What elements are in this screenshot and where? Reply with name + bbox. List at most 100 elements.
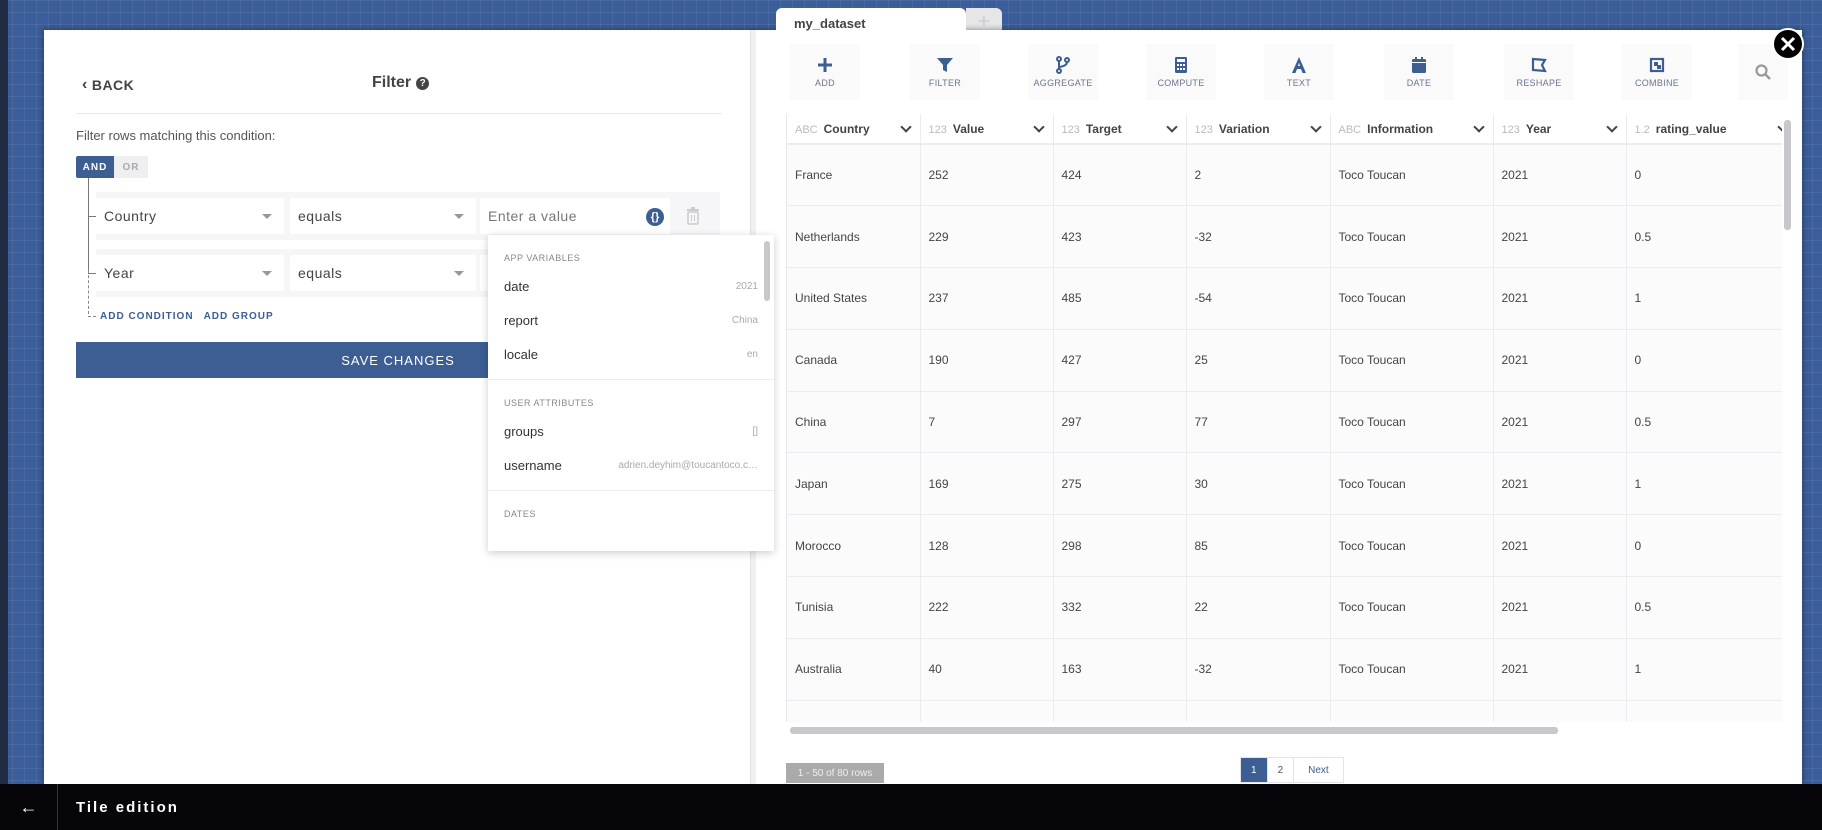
page-title: Filter ? <box>372 74 430 92</box>
chevron-down-icon[interactable] <box>1605 121 1618 133</box>
chevron-down-icon[interactable] <box>899 121 912 133</box>
chevron-down-icon[interactable] <box>1032 121 1045 133</box>
column-name: rating_value <box>1655 121 1727 136</box>
section-title: APP VARIABLES <box>504 253 581 263</box>
column-header-rating-value[interactable]: 1.2 rating_value <box>1626 114 1782 145</box>
table-row[interactable]: United States 237 485 -54 Toco Toucan 2021 1 <box>787 267 1782 330</box>
toolbar-combine-button[interactable]: COMBINE <box>1622 44 1692 100</box>
back-arrow-button[interactable]: ← <box>0 784 58 830</box>
operator-select[interactable]: equals <box>290 198 476 234</box>
close-icon <box>1780 36 1796 52</box>
tree-connector <box>88 178 89 270</box>
operator-select[interactable]: equals <box>290 255 476 291</box>
variable-item-report[interactable]: report China <box>504 303 758 337</box>
table-cell: France <box>787 144 921 207</box>
column-header-information[interactable]: ABC Information <box>1330 114 1494 145</box>
table-cell: 2021 <box>1493 267 1627 330</box>
column-header-country[interactable]: ABC Country <box>787 114 921 145</box>
toolbar-label: COMBINE <box>1634 78 1680 88</box>
filter-title-text: Filter <box>372 74 412 91</box>
column-select[interactable]: Year <box>96 255 284 291</box>
page-2-button[interactable]: 2 <box>1268 758 1295 782</box>
chevron-down-icon[interactable] <box>1309 121 1322 133</box>
table-cell: Toco Toucan <box>1330 452 1494 516</box>
chevron-down-icon[interactable] <box>1776 121 1782 133</box>
variable-item-groups[interactable]: groups [] <box>504 414 758 448</box>
table-cell: 1 <box>1626 452 1782 516</box>
toolbar-text-button[interactable]: TEXT <box>1264 44 1334 100</box>
table-cell: 427 <box>1053 329 1187 392</box>
variables-icon[interactable]: {} <box>646 208 664 226</box>
add-condition-link[interactable]: ADD CONDITION <box>100 311 194 322</box>
table-cell: 30 <box>1186 452 1331 516</box>
column-name: Value <box>952 121 985 136</box>
chevron-down-icon[interactable] <box>1472 121 1485 133</box>
horizontal-scrollbar[interactable] <box>790 727 1558 734</box>
column-type-label: 123 <box>928 123 947 136</box>
next-page-button[interactable]: Next <box>1294 758 1343 782</box>
table-cell: -32 <box>1186 638 1331 701</box>
column-header-target[interactable]: 123 Target <box>1053 114 1187 145</box>
table-row[interactable]: Canada 190 427 25 Toco Toucan 2021 0 <box>787 329 1782 392</box>
caret-down-icon <box>262 214 272 219</box>
column-header-variation[interactable]: 123 Variation <box>1186 114 1331 145</box>
table-cell: 275 <box>1053 452 1187 516</box>
value-input[interactable] <box>480 198 670 234</box>
and-toggle[interactable]: AND <box>76 156 114 178</box>
table-row[interactable]: Tunisia 222 332 22 Toco Toucan 2021 0.5 <box>787 576 1782 639</box>
toolbar-label: TEXT <box>1286 78 1312 88</box>
table-cell: 2021 <box>1493 391 1627 454</box>
table-cell: 2021 <box>1493 576 1627 639</box>
toolbar-label: FILTER <box>928 78 962 88</box>
variable-value: 2021 <box>735 280 758 292</box>
table-row[interactable]: China 7 297 77 Toco Toucan 2021 0.5 <box>787 391 1782 454</box>
page-1-button[interactable]: 1 <box>1241 758 1268 782</box>
or-toggle[interactable]: OR <box>114 156 148 178</box>
table-cell: -32 <box>1186 205 1331 269</box>
table-cell: 297 <box>1053 391 1187 454</box>
toolbar-label: RESHAPE <box>1516 78 1562 88</box>
add-group-link[interactable]: ADD GROUP <box>204 311 274 322</box>
close-button[interactable] <box>1772 28 1804 60</box>
chevron-down-icon[interactable] <box>1165 121 1178 133</box>
column-type-label: ABC <box>795 123 818 136</box>
variable-item-locale[interactable]: locale en <box>504 337 758 371</box>
dropdown-scrollbar[interactable] <box>764 241 770 301</box>
table-row[interactable]: Australia 40 163 -32 Toco Toucan 2021 1 <box>787 638 1782 701</box>
toolbar-compute-button[interactable]: COMPUTE <box>1146 44 1216 100</box>
variable-item-username[interactable]: username adrien.deyhim@toucantoco.c… <box>504 448 758 482</box>
table-row[interactable]: Morocco 128 298 85 Toco Toucan 2021 0 <box>787 514 1782 578</box>
column-header-value[interactable]: 123 Value <box>920 114 1054 145</box>
text-icon <box>1292 57 1306 73</box>
table-cell: 1 <box>1626 638 1782 701</box>
filter-description: Filter rows matching this condition: <box>76 128 276 143</box>
tab-my-dataset[interactable]: my_dataset <box>776 8 966 38</box>
table-cell: 0 <box>1626 514 1782 578</box>
column-select[interactable]: Country <box>96 198 284 234</box>
reshape-icon <box>1531 57 1547 73</box>
table-cell: 0.5 <box>1626 391 1782 454</box>
vertical-scrollbar[interactable] <box>1784 120 1791 230</box>
table-cell: 169 <box>920 452 1054 516</box>
trash-icon[interactable] <box>686 207 700 225</box>
toolbar-filter-button[interactable]: FILTER <box>910 44 980 100</box>
help-icon[interactable]: ? <box>416 76 430 90</box>
variable-item-date[interactable]: date 2021 <box>504 269 758 303</box>
dropdown-section-user-attributes: USER ATTRIBUTES groups [] username adrie… <box>488 380 774 482</box>
toolbar-aggregate-button[interactable]: AGGREGATE <box>1028 44 1098 100</box>
back-button[interactable]: ‹ BACK <box>82 76 134 94</box>
toolbar-reshape-button[interactable]: RESHAPE <box>1504 44 1574 100</box>
caret-down-icon <box>262 271 272 276</box>
toolbar-add-button[interactable]: ADD <box>790 44 860 100</box>
column-name: Year <box>1525 121 1552 136</box>
table-row[interactable]: Japan 169 275 30 Toco Toucan 2021 1 <box>787 452 1782 516</box>
toolbar-date-button[interactable]: DATE <box>1384 44 1454 100</box>
table-row[interactable]: Netherlands 229 423 -32 Toco Toucan 2021 0.5 <box>787 205 1782 269</box>
table-cell: 2021 <box>1493 329 1627 392</box>
column-header-year[interactable]: 123 Year <box>1493 114 1627 145</box>
table-row[interactable]: France 252 424 2 Toco Toucan 2021 0 <box>787 144 1782 207</box>
tree-branch <box>88 216 96 217</box>
table-cell: Toco Toucan <box>1330 638 1494 701</box>
back-label: BACK <box>91 77 135 93</box>
plus-icon <box>818 58 832 72</box>
